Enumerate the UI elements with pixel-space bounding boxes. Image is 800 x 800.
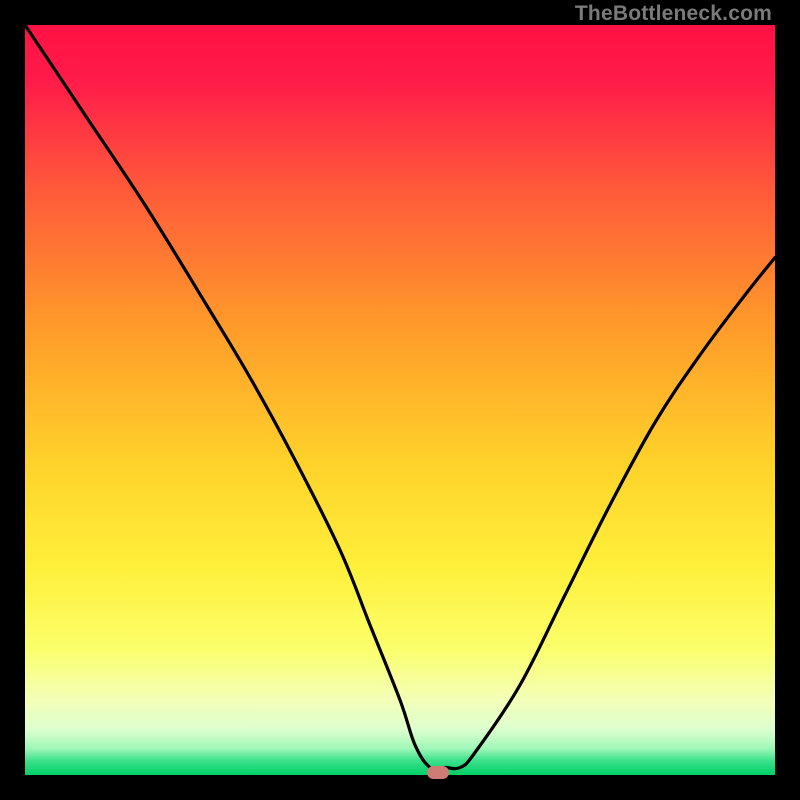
minimum-marker bbox=[427, 766, 449, 779]
chart-container bbox=[25, 25, 775, 775]
bottleneck-chart bbox=[25, 25, 775, 775]
gradient-background bbox=[25, 25, 775, 775]
watermark-text: TheBottleneck.com bbox=[575, 2, 772, 26]
